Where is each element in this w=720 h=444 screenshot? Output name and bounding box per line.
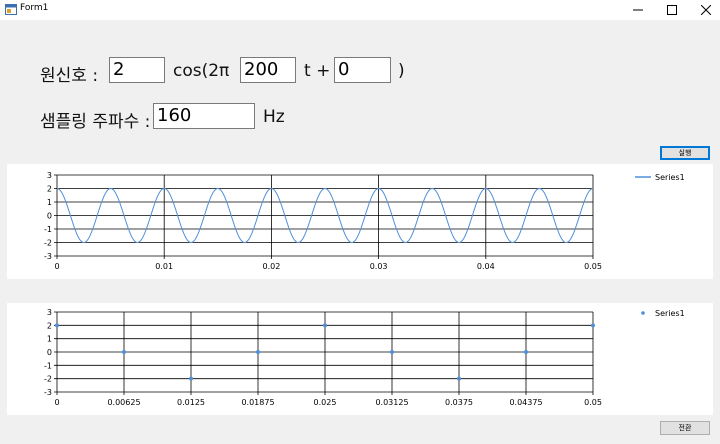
data-point bbox=[55, 323, 59, 328]
y-tick-label: -3 bbox=[44, 388, 52, 397]
sampled-signal-chart-svg: 3210-1-2-30 0.00625 0.0125 0.01875 0.025 0.03… bbox=[44, 308, 685, 407]
y-tick-label: 2 bbox=[47, 321, 52, 330]
data-point bbox=[323, 323, 327, 328]
x-tick-label: 0.04375 bbox=[509, 398, 542, 407]
y-tick-label: -1 bbox=[44, 225, 52, 234]
minimize-button[interactable] bbox=[620, 0, 656, 20]
x-tick-label: 0 bbox=[54, 398, 59, 407]
close-icon bbox=[701, 5, 711, 15]
x-tick-label: 0.05 bbox=[584, 398, 602, 407]
hz-unit-label: Hz bbox=[263, 107, 285, 127]
x-tick-label: 0.0125 bbox=[177, 398, 205, 407]
x-tick-label: 0.025 bbox=[314, 398, 337, 407]
legend-label: Series1 bbox=[655, 173, 685, 182]
y-tick-label: -2 bbox=[44, 375, 52, 384]
y-tick-label: -3 bbox=[44, 252, 52, 261]
convert-button[interactable]: 전환 bbox=[660, 421, 710, 435]
x-tick-label: 0.00625 bbox=[107, 398, 140, 407]
phase-input[interactable]: 0 bbox=[334, 57, 391, 83]
data-point bbox=[457, 376, 461, 381]
maximize-icon bbox=[667, 5, 677, 15]
legend-label: Series1 bbox=[655, 309, 685, 318]
y-tick-label: -1 bbox=[44, 361, 52, 370]
x-tick-label: 0.01 bbox=[155, 262, 173, 271]
data-point bbox=[524, 350, 528, 354]
data-point bbox=[591, 323, 595, 328]
x-tick-label: 0.04 bbox=[477, 262, 495, 271]
x-tick-label: 0 bbox=[54, 262, 59, 271]
frequency-input[interactable]: 200 bbox=[240, 57, 296, 83]
sampling-label: 샘플링 주파수 : bbox=[40, 112, 151, 132]
original-signal-chart-svg: 3210-1-2-30 0.01 0.02 0.03 0.04 0.05Series1 bbox=[44, 171, 685, 271]
app-icon bbox=[5, 4, 17, 15]
original-signal-chart: 3 2 1 0 -1 -2 -3 0 0.01 0.02 0.03 0.04 0.05 Series1 bbox=[7, 164, 713, 279]
y-tick-label: 1 bbox=[47, 198, 52, 207]
maximize-button[interactable] bbox=[654, 0, 690, 20]
x-tick-label: 0.01875 bbox=[241, 398, 274, 407]
data-point bbox=[122, 350, 126, 354]
data-point bbox=[390, 350, 394, 354]
title-bar: Form1 bbox=[0, 0, 720, 20]
x-tick-label: 0.05 bbox=[584, 262, 602, 271]
run-button[interactable]: 실행 bbox=[660, 146, 710, 160]
legend-point-marker bbox=[641, 311, 645, 315]
y-tick-label: 0 bbox=[47, 348, 52, 357]
x-tick-label: 0.02 bbox=[262, 262, 280, 271]
y-tick-label: 3 bbox=[47, 308, 52, 317]
close-button[interactable] bbox=[688, 0, 720, 20]
y-tick-label: 3 bbox=[47, 171, 52, 180]
close-paren-label: ) bbox=[398, 61, 405, 81]
y-tick-label: 1 bbox=[47, 335, 52, 344]
y-tick-label: -2 bbox=[44, 239, 52, 248]
data-point bbox=[256, 350, 260, 354]
y-tick-label: 0 bbox=[47, 212, 52, 221]
x-tick-label: 0.03125 bbox=[375, 398, 408, 407]
sampling-frequency-input[interactable]: 160 bbox=[153, 103, 255, 129]
t-plus-label: t + bbox=[304, 61, 331, 81]
window-title: Form1 bbox=[20, 3, 49, 13]
amplitude-input[interactable]: 2 bbox=[109, 57, 165, 83]
cos-label: cos(2π bbox=[173, 61, 230, 81]
x-tick-label: 0.03 bbox=[370, 262, 388, 271]
y-tick-label: 2 bbox=[47, 185, 52, 194]
minimize-icon bbox=[633, 9, 643, 11]
x-tick-label: 0.0375 bbox=[445, 398, 473, 407]
data-point bbox=[189, 376, 193, 381]
sampled-signal-chart: 3 2 1 0 -1 -2 -3 0 0.00625 0.0125 0.01875 0.025 0.03… bbox=[7, 303, 713, 415]
signal-label: 원신호 : bbox=[40, 66, 99, 86]
